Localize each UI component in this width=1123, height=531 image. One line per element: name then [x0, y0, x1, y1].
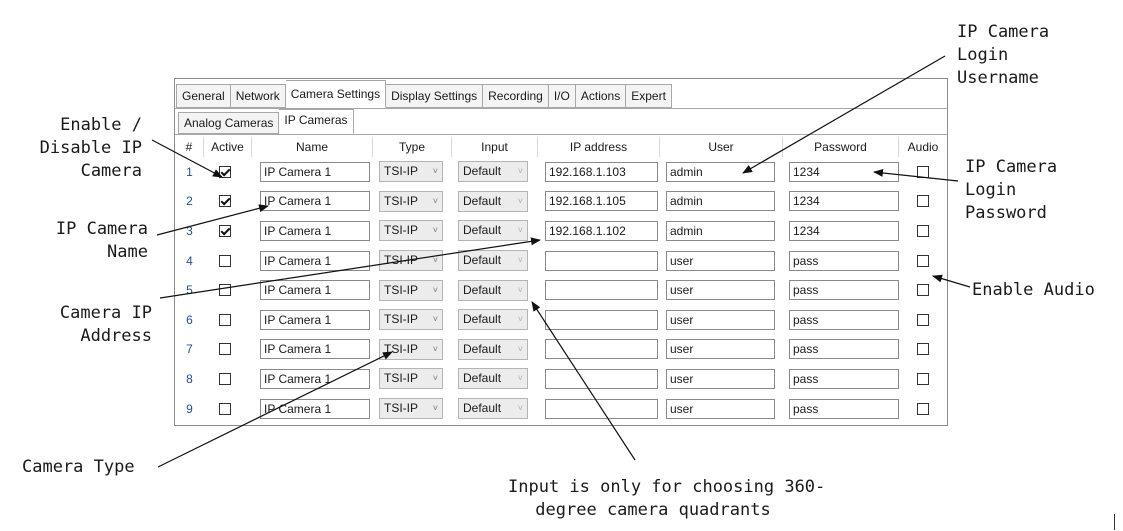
annotation-camera-name: IP Camera Name: [55, 219, 148, 262]
text-cursor: [1114, 514, 1115, 530]
arrow-camera-type: [157, 351, 393, 468]
annotation-login-username: IP Camera Login Username: [957, 22, 1050, 88]
arrow-input: [531, 301, 636, 461]
arrow-enable-audio: [932, 274, 971, 288]
arrow-camera-ip: [159, 237, 541, 299]
arrow-camera-name: [156, 204, 269, 236]
arrow-login-username: [742, 55, 946, 174]
arrow-login-password: [873, 168, 959, 182]
annotation-camera-type: Camera Type: [22, 457, 135, 477]
annotation-camera-ip: Camera IP Address: [59, 303, 152, 346]
annotation-arrows: [151, 55, 971, 468]
annotation-enable-audio: Enable Audio: [972, 280, 1095, 300]
arrow-enable-disable: [151, 139, 223, 178]
annotation-input-note: Input is only for choosing 360- degree c…: [508, 477, 826, 520]
annotation-login-password: IP Camera Login Password: [965, 157, 1058, 223]
annotation-enable-disable: Enable / Disable IP Camera: [39, 115, 142, 181]
